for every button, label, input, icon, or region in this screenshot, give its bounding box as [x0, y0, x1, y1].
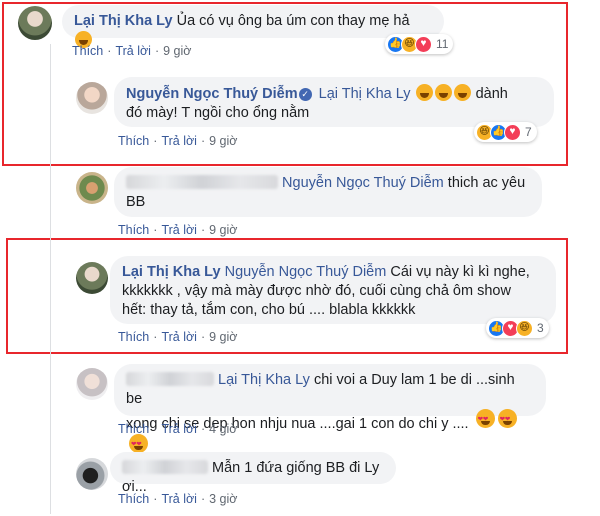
avatar[interactable]	[76, 172, 108, 204]
timestamp[interactable]: 9 giờ	[209, 134, 237, 148]
haha-reaction-icon: 😆	[516, 319, 533, 337]
comment-actions: Thích · Trả lời · 4 giờ	[118, 422, 238, 436]
comment-text: dành	[475, 86, 508, 102]
blurred-author-name	[126, 372, 214, 386]
verified-badge-icon: ✓	[298, 88, 312, 101]
like-button[interactable]: Thích	[118, 422, 149, 436]
like-button[interactable]: Thích	[118, 492, 149, 506]
comment-bubble: Lại Thị Kha Ly chi voi a Duy lam 1 be di…	[114, 364, 546, 454]
comment-actions: Thích · Trả lời · 9 giờ	[118, 223, 238, 237]
like-button[interactable]: Thích	[72, 44, 103, 58]
comment-actions: Thích · Trả lời · 9 giờ	[118, 134, 238, 148]
reaction-summary[interactable]: 👍 ♥ 😆 3	[486, 318, 549, 338]
comment-bubble: Nguyễn Ngọc Thuý Diễm thich ac yêu BB	[114, 167, 542, 217]
reply-button[interactable]: Trả lời	[161, 422, 197, 436]
love-reaction-icon: ♥	[415, 35, 432, 53]
mention-link[interactable]: Nguyễn Ngọc Thuý Diễm	[282, 175, 444, 191]
like-button[interactable]: Thích	[118, 330, 149, 344]
heart-eyes-emoji-icon	[475, 409, 495, 429]
author-name[interactable]: Lại Thị Kha Ly	[122, 264, 221, 280]
comment-text: Cái vụ này kì kì nghe,	[390, 264, 530, 280]
comment-bubble: Nguyễn Ngọc Thuý Diễm ✓ Lại Thị Kha Ly dà…	[114, 77, 554, 127]
mention-link[interactable]: Lại Thị Kha Ly	[218, 372, 310, 388]
heart-eyes-emoji-icon	[497, 409, 517, 429]
blurred-author-name	[122, 460, 208, 474]
timestamp[interactable]: 9 giờ	[209, 330, 237, 344]
comment-bubble: Mẫn 1 đứa giống BB đi Ly ơi...	[110, 452, 396, 495]
timestamp[interactable]: 3 giờ	[209, 492, 237, 506]
reaction-summary[interactable]: 😆 👍 ♥ 7	[474, 122, 537, 142]
reply-button[interactable]: Trả lời	[115, 44, 151, 58]
avatar[interactable]	[76, 458, 108, 490]
comment-text: Ủa có vụ ông ba úm con thay mẹ hả	[176, 13, 410, 29]
reaction-count: 11	[436, 37, 449, 51]
timestamp[interactable]: 9 giờ	[209, 223, 237, 237]
like-button[interactable]: Thích	[118, 134, 149, 148]
reaction-summary[interactable]: 👍 😆 ♥ 11	[385, 34, 454, 54]
blurred-author-name	[126, 175, 278, 189]
reply-button[interactable]: Trả lời	[161, 223, 197, 237]
comment-text: đó mày! T ngồi cho ổng nằm	[126, 105, 310, 121]
avatar[interactable]	[76, 82, 108, 114]
comment-text: kkkkkkk , vậy mà mày được nhờ đó, cuối c…	[122, 283, 511, 299]
like-button[interactable]: Thích	[118, 223, 149, 237]
comment-bubble: Lại Thị Kha Ly Ủa có vụ ông ba úm con th…	[62, 5, 444, 48]
comment-actions: Thích · Trả lời · 9 giờ	[118, 330, 238, 344]
heart-eyes-emoji-icon	[129, 434, 148, 454]
reply-button[interactable]: Trả lời	[161, 492, 197, 506]
laughing-emoji-icon	[434, 84, 452, 101]
laughing-emoji-icon	[415, 84, 433, 101]
laughing-emoji-icon	[453, 84, 471, 101]
comment-actions: Thích · Trả lời · 3 giờ	[118, 492, 238, 506]
mention-link[interactable]: Nguyễn Ngọc Thuý Diễm	[225, 264, 387, 280]
timestamp[interactable]: 9 giờ	[163, 44, 191, 58]
reply-button[interactable]: Trả lời	[161, 330, 197, 344]
comment-text: BB	[126, 194, 146, 210]
reply-button[interactable]: Trả lời	[161, 134, 197, 148]
avatar[interactable]	[76, 262, 108, 294]
avatar[interactable]	[18, 6, 52, 40]
comment-text: hết: thay tả, tắm con, cho bú .... blabl…	[122, 302, 416, 318]
reaction-count: 3	[537, 321, 544, 335]
timestamp[interactable]: 4 giờ	[209, 422, 237, 436]
avatar[interactable]	[76, 368, 108, 400]
comment-text: thich ac yêu	[447, 175, 526, 191]
author-name[interactable]: Lại Thị Kha Ly	[74, 13, 173, 29]
mention-link[interactable]: Lại Thị Kha Ly	[319, 86, 411, 102]
reaction-count: 7	[525, 125, 532, 139]
comment-actions: Thích · Trả lời · 9 giờ	[72, 44, 192, 58]
author-name[interactable]: Nguyễn Ngọc Thuý Diễm	[126, 86, 298, 102]
thread-line	[50, 44, 51, 514]
love-reaction-icon: ♥	[504, 123, 521, 141]
comment-bubble: Lại Thị Kha Ly Nguyễn Ngọc Thuý Diễm Cái…	[110, 256, 556, 324]
